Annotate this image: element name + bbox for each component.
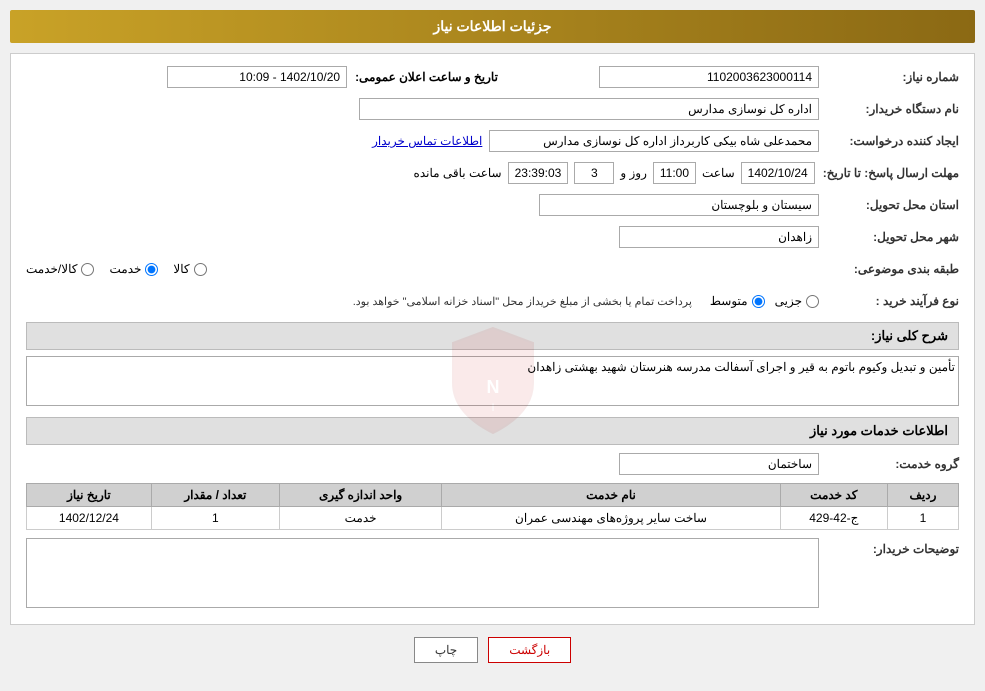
need-number-row: شماره نیاز: 1102003623000114 تاریخ و ساع… [26,64,959,90]
city-row: شهر محل تحویل: زاهدان [26,224,959,250]
buyer-desc-label: توضیحات خریدار: [819,538,959,556]
col-quantity: تعداد / مقدار [151,484,279,507]
category-label: طبقه بندی موضوعی: [819,262,959,276]
bottom-buttons: بازگشت چاپ [10,637,975,673]
service-group-value: ساختمان [619,453,819,475]
general-desc-container: N ا تأمین و تبدیل وکیوم باتوم به قیر و ا… [26,356,959,409]
service-group-value-cell: ساختمان [26,453,819,475]
cell-row_num: 1 [887,507,958,530]
buyer-desc-row: توضیحات خریدار: [26,538,959,608]
col-service-code: کد خدمت [780,484,887,507]
services-table: ردیف کد خدمت نام خدمت واحد اندازه گیری ت… [26,483,959,530]
city-label: شهر محل تحویل: [819,230,959,244]
date-announce-label: تاریخ و ساعت اعلان عمومی: [347,70,498,84]
buyer-desc-value-cell [26,538,819,608]
category-kala-khidmat-label: کالا/خدمت [26,262,77,276]
col-row-num: ردیف [887,484,958,507]
col-unit: واحد اندازه گیری [279,484,441,507]
process-note: پرداخت تمام یا بخشی از مبلغ خریداز محل "… [353,295,692,308]
cell-service_name: ساخت سایر پروژه‌های مهندسی عمران [442,507,780,530]
remaining-label: ساعت باقی مانده [414,166,502,180]
deadline-row: مهلت ارسال پاسخ: تا تاریخ: 1402/10/24 سا… [26,160,959,186]
organization-label: نام دستگاه خریدار: [819,102,959,116]
deadline-label: مهلت ارسال پاسخ: تا تاریخ: [815,166,959,180]
deadline-value-cell: 1402/10/24 ساعت 11:00 روز و 3 23:39:03 س… [26,162,815,184]
category-row: طبقه بندی موضوعی: کالا/خدمت خدمت کالا [26,256,959,282]
cell-quantity: 1 [151,507,279,530]
service-group-row: گروه خدمت: ساختمان [26,451,959,477]
table-header-row: ردیف کد خدمت نام خدمت واحد اندازه گیری ت… [27,484,959,507]
city-value: زاهدان [619,226,819,248]
created-by-label: ایجاد کننده درخواست: [819,134,959,148]
back-button[interactable]: بازگشت [488,637,571,663]
table-row: 1ج-42-429ساخت سایر پروژه‌های مهندسی عمرا… [27,507,959,530]
organization-value-cell: اداره کل نوسازی مدارس [26,98,819,120]
category-kala[interactable]: کالا [173,262,206,276]
category-khidmat[interactable]: خدمت [109,262,158,276]
process-mota-label: متوسط [710,294,748,308]
deadline-date: 1402/10/24 [741,162,815,184]
contact-link[interactable]: اطلاعات تماس خریدار [372,134,482,148]
deadline-days: 3 [574,162,614,184]
cell-need_date: 1402/12/24 [27,507,152,530]
col-service-name: نام خدمت [442,484,780,507]
category-kala-label: کالا [173,262,189,276]
created-by-value-cell: محمدعلی شاه بیکی کاربرداز اداره کل نوساز… [26,130,819,152]
city-value-cell: زاهدان [26,226,819,248]
process-jozii-label: جزیی [775,294,802,308]
process-label: نوع فرآیند خرید : [819,294,959,308]
date-announce-value: 1402/10/20 - 10:09 [167,66,347,88]
deadline-time: 11:00 [653,162,696,184]
remaining-time: 23:39:03 [508,162,569,184]
page-header: جزئیات اطلاعات نیاز [10,10,975,43]
created-by-value: محمدعلی شاه بیکی کاربرداز اداره کل نوساز… [489,130,819,152]
deadline-time-label: ساعت [702,166,735,180]
province-value-cell: سیستان و بلوچستان [26,194,819,216]
category-value-cell: کالا/خدمت خدمت کالا [26,262,819,276]
process-jozii[interactable]: جزیی [775,294,819,308]
category-khidmat-label: خدمت [109,262,141,276]
general-desc-textarea[interactable] [26,356,959,406]
date-announce-value-cell: 1402/10/20 - 10:09 [26,66,347,88]
general-desc-section-label: شرح کلی نیاز: [871,328,948,343]
organization-value: اداره کل نوسازی مدارس [359,98,819,120]
services-section-header: اطلاعات خدمات مورد نیاز [26,417,959,445]
province-label: استان محل تحویل: [819,198,959,212]
service-group-label: گروه خدمت: [819,457,959,471]
need-number-label: شماره نیاز: [819,70,959,84]
services-section-label: اطلاعات خدمات مورد نیاز [810,423,948,438]
col-need-date: تاریخ نیاز [27,484,152,507]
need-number-value: 1102003623000114 [599,66,819,88]
deadline-days-label: روز و [620,166,647,180]
province-row: استان محل تحویل: سیستان و بلوچستان [26,192,959,218]
main-card: شماره نیاز: 1102003623000114 تاریخ و ساع… [10,53,975,625]
cell-unit: خدمت [279,507,441,530]
organization-row: نام دستگاه خریدار: اداره کل نوسازی مدارس [26,96,959,122]
created-by-row: ایجاد کننده درخواست: محمدعلی شاه بیکی کا… [26,128,959,154]
category-kala-khidmat[interactable]: کالا/خدمت [26,262,94,276]
buyer-desc-textarea[interactable] [26,538,819,608]
need-number-value-cell: 1102003623000114 [498,66,819,88]
process-mota[interactable]: متوسط [710,294,765,308]
cell-service_code: ج-42-429 [780,507,887,530]
province-value: سیستان و بلوچستان [539,194,819,216]
process-value-cell: جزیی متوسط پرداخت تمام یا بخشی از مبلغ خ… [26,294,819,308]
general-desc-section: شرح کلی نیاز: [26,322,959,350]
print-button[interactable]: چاپ [414,637,478,663]
page-title: جزئیات اطلاعات نیاز [433,18,551,34]
process-row: نوع فرآیند خرید : جزیی متوسط پرداخت تمام… [26,288,959,314]
